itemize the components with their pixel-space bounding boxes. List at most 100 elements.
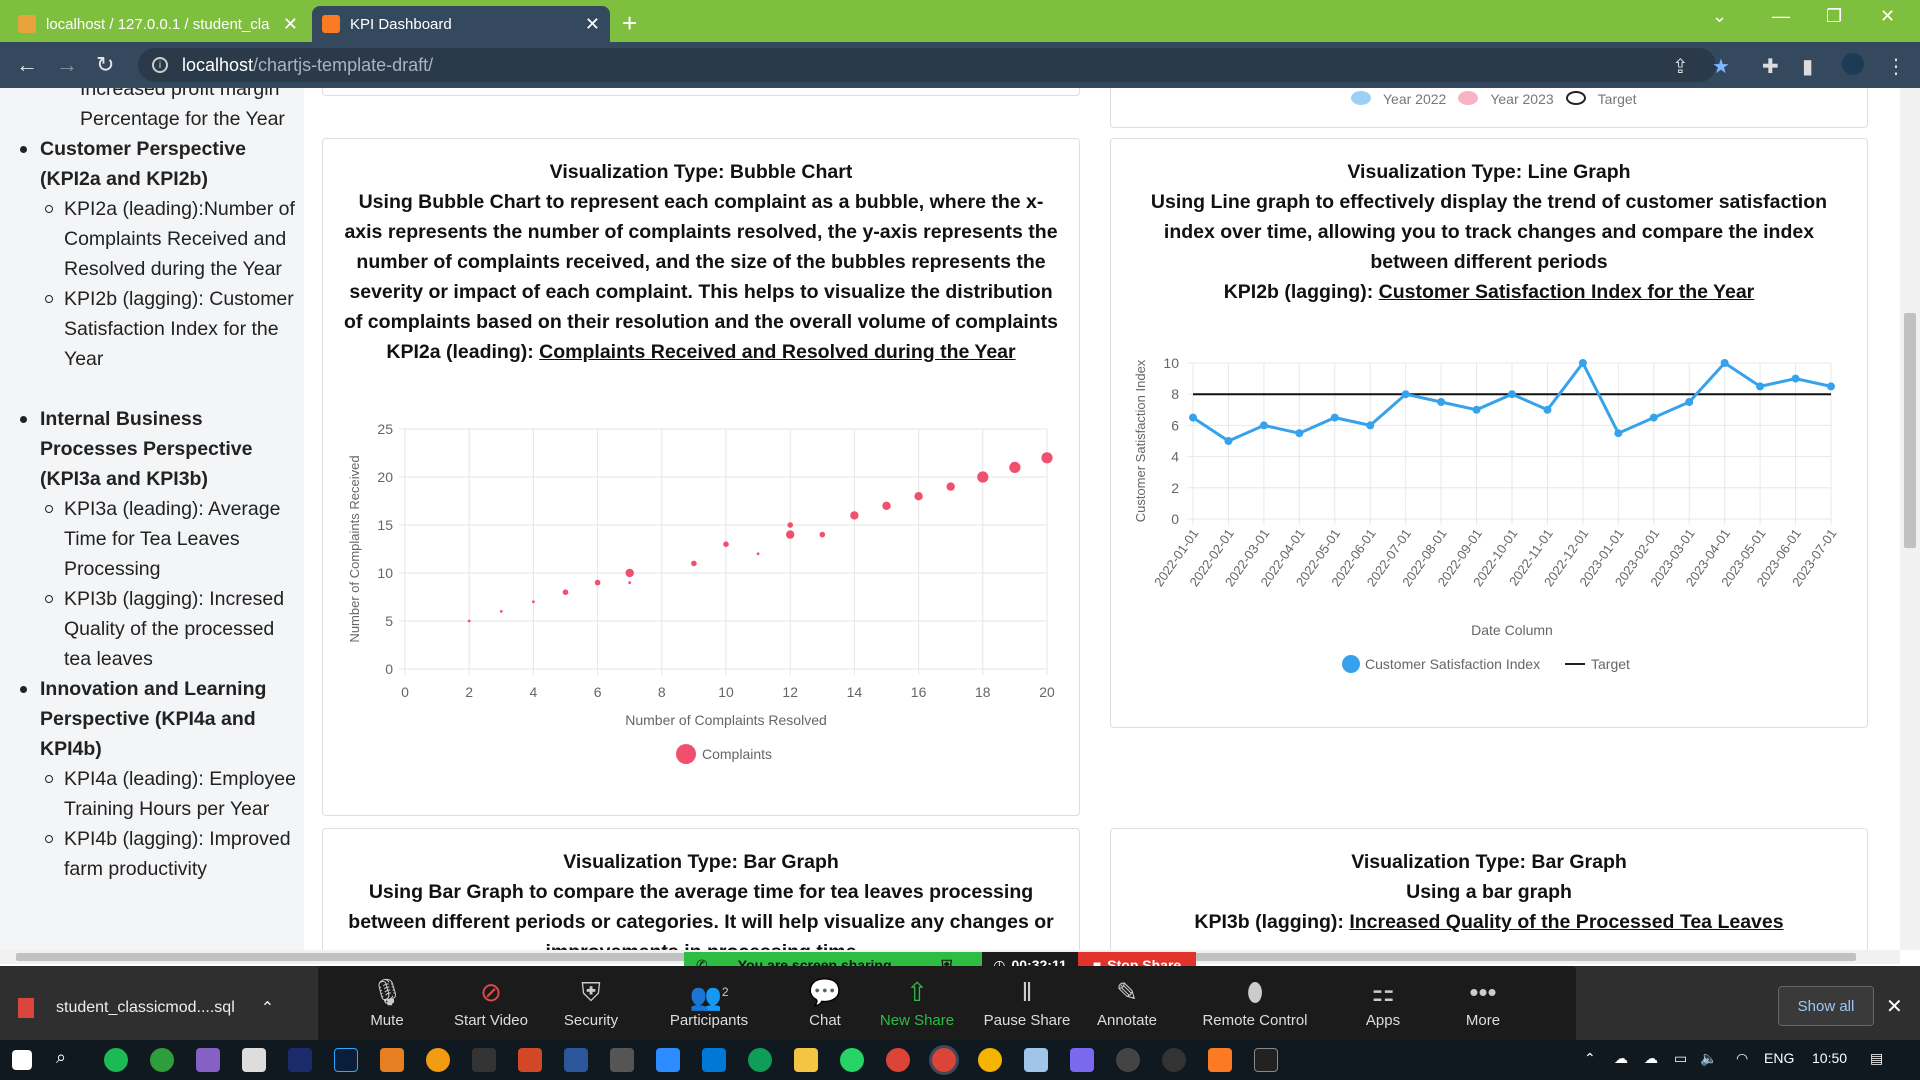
app-icon[interactable] [1162, 1048, 1186, 1072]
cloud-icon[interactable]: ☁ [1644, 1050, 1658, 1067]
sidebar-section-title[interactable]: Internal Business Processes Perspective … [16, 404, 296, 494]
app-icon[interactable] [472, 1048, 496, 1072]
sidebar-item-kpi2b[interactable]: KPI2b (lagging): Customer Satisfaction I… [0, 284, 296, 374]
kpi-link[interactable]: Increased Quality of the Processed Tea L… [1349, 911, 1783, 933]
annotate-button[interactable]: ✎ Annotate [1072, 972, 1182, 1029]
sidebar-item-kpi4b[interactable]: KPI4b (lagging): Improved farm productiv… [0, 824, 296, 884]
sidebar-item-partial[interactable]: Increased profit margin [16, 88, 296, 104]
volume-icon[interactable]: 🔈 [1700, 1050, 1717, 1067]
back-icon[interactable]: ← [16, 52, 38, 78]
mute-button[interactable]: 🎙 Mute [332, 972, 442, 1029]
app-icon[interactable] [242, 1048, 266, 1072]
windows-start-icon[interactable] [12, 1050, 32, 1070]
vertical-scrollbar[interactable] [1900, 88, 1920, 950]
chrome-active-icon[interactable] [932, 1048, 956, 1072]
close-window-icon[interactable]: ✕ [1880, 6, 1895, 27]
photoshop-icon[interactable] [334, 1048, 358, 1072]
chevron-up-icon[interactable]: ⌃ [261, 998, 274, 1018]
close-tab-icon[interactable]: ✕ [283, 14, 298, 35]
reload-icon[interactable]: ↻ [96, 52, 114, 78]
participants-button[interactable]: 👥2 Participants [654, 972, 764, 1029]
minimize-icon[interactable]: — [1772, 6, 1790, 27]
extensions-icon[interactable]: ✚ [1762, 54, 1779, 79]
sidebar-item-kpi2a[interactable]: KPI2a (leading):Number of Complaints Rec… [0, 194, 296, 284]
pause-share-button[interactable]: ‖ Pause Share [972, 972, 1082, 1029]
new-tab-icon[interactable]: + [622, 8, 637, 39]
forward-icon[interactable]: → [56, 52, 78, 78]
show-all-button[interactable]: Show all [1778, 986, 1874, 1026]
info-icon[interactable]: i [152, 57, 168, 73]
edge-icon[interactable] [748, 1048, 772, 1072]
powerpoint-icon[interactable] [518, 1048, 542, 1072]
sidebar-item-kpi3a[interactable]: KPI3a (leading): Average Time for Tea Le… [0, 494, 296, 584]
search-icon[interactable]: ⌕ [56, 1047, 66, 1068]
download-item[interactable]: student_classicmod....sql ⌃ [18, 986, 286, 1030]
bubble-point [594, 579, 601, 586]
visualization-type: Visualization Type: Bar Graph [563, 851, 839, 873]
bubble-point [532, 600, 535, 604]
app-icon[interactable] [1024, 1048, 1048, 1072]
sidebar-item-kpi3b[interactable]: KPI3b (lagging): Incresed Quality of the… [0, 584, 296, 674]
app-icon[interactable] [150, 1048, 174, 1072]
app-icon[interactable] [1070, 1048, 1094, 1072]
circle-bullet-icon [45, 295, 53, 303]
xampp-icon[interactable] [1208, 1048, 1232, 1072]
bubble-point [946, 482, 955, 491]
app-icon[interactable] [288, 1048, 312, 1072]
data-point [1827, 382, 1835, 391]
bubble-chart: 0 2 4 6 8 10 12 14 16 18 20 0 5 10 15 20 25 Number of Com… [347, 421, 1055, 764]
onedrive-icon[interactable]: ☁ [1614, 1050, 1628, 1067]
chrome-icon[interactable] [978, 1048, 1002, 1072]
app-icon[interactable] [610, 1048, 634, 1072]
sidebar-item-kpi4a[interactable]: KPI4a (leading): Employee Training Hours… [0, 764, 296, 824]
apps-button[interactable]: ⚏ Apps [1328, 972, 1438, 1029]
new-share-button[interactable]: ⇧ New Share [862, 972, 972, 1029]
visual-studio-icon[interactable] [196, 1048, 220, 1072]
start-video-button[interactable]: ⊘ Start Video [436, 972, 546, 1029]
x-tick-label: 14 [847, 684, 863, 700]
remote-control-button[interactable]: ⬮ Remote Control [1190, 972, 1320, 1029]
side-panel-icon[interactable]: ▮ [1802, 54, 1813, 79]
menu-kebab-icon[interactable]: ⋮ [1886, 54, 1906, 79]
zoom-app-icon[interactable] [656, 1048, 680, 1072]
tab-kpi-dashboard[interactable]: KPI Dashboard ✕ [312, 6, 610, 42]
kpi-link[interactable]: Complaints Received and Resolved during … [539, 341, 1015, 363]
chevron-up-icon[interactable]: ⌃ [1584, 1050, 1596, 1067]
sidebar-section-title[interactable]: Innovation and Learning Perspective (KPI… [16, 674, 296, 764]
security-button[interactable]: ⛨ Security [536, 972, 646, 1029]
bookmark-star-icon[interactable]: ★ [1712, 54, 1730, 79]
word-icon[interactable] [564, 1048, 588, 1072]
app-icon[interactable] [380, 1048, 404, 1072]
sidebar-section-title[interactable]: Customer Perspective (KPI2a and KPI2b) [16, 134, 296, 194]
terminal-icon[interactable] [1254, 1048, 1278, 1072]
kpi-link[interactable]: Customer Satisfaction Index for the Year [1379, 281, 1755, 303]
wifi-icon[interactable]: ◠ [1736, 1050, 1748, 1067]
sidebar-item-partial-2[interactable]: Percentage for the Year [16, 104, 296, 134]
apps-icon: ⚏ [1371, 977, 1395, 1007]
app-icon[interactable] [426, 1048, 450, 1072]
notifications-icon[interactable]: ▤ [1870, 1050, 1883, 1067]
close-download-bar-icon[interactable]: ✕ [1886, 994, 1903, 1019]
chrome-icon[interactable] [886, 1048, 910, 1072]
whatsapp-icon[interactable] [840, 1048, 864, 1072]
address-bar[interactable]: i localhost/chartjs-template-draft/ [138, 48, 1716, 82]
app-icon[interactable] [1116, 1048, 1140, 1072]
legend-label: Year 2023 [1490, 91, 1554, 107]
restore-icon[interactable]: ❐ [1826, 6, 1842, 27]
scrollbar-thumb[interactable] [1904, 313, 1916, 548]
file-explorer-icon[interactable] [794, 1048, 818, 1072]
battery-icon[interactable]: ▭ [1674, 1050, 1687, 1067]
profile-avatar[interactable] [1842, 53, 1864, 75]
language-indicator[interactable]: ENG [1764, 1050, 1794, 1066]
sidebar-item-label: KPI4a (leading): Employee Training Hours… [64, 768, 296, 820]
vscode-icon[interactable] [702, 1048, 726, 1072]
close-tab-icon[interactable]: ✕ [585, 14, 600, 35]
clock[interactable]: 10:50 [1812, 1050, 1847, 1066]
tab-phpmyadmin[interactable]: localhost / 127.0.0.1 / student_cla ✕ [8, 6, 308, 42]
sidebar-item-label: KPI2a (leading):Number of Complaints Rec… [64, 198, 295, 280]
x-tick-label: 16 [911, 684, 927, 700]
more-button[interactable]: ••• More [1428, 972, 1538, 1029]
spotify-icon[interactable] [104, 1048, 128, 1072]
tab-search-icon[interactable]: ⌄ [1712, 6, 1727, 27]
share-page-icon[interactable]: ⇪ [1672, 54, 1689, 79]
